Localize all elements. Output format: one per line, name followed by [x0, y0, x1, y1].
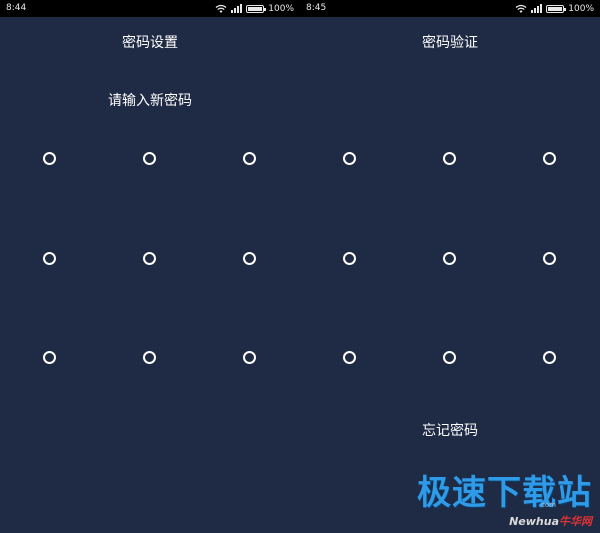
watermark-subtitle: Newhua牛华网 — [417, 513, 592, 529]
watermark-sub-cn: 牛华网 — [559, 515, 592, 528]
watermark-logo: 极速下载站 Newhua牛华网 .com — [417, 473, 592, 529]
status-bar: 8:44 100% — [0, 0, 300, 17]
battery-percent: 100% — [568, 3, 594, 14]
status-time: 8:45 — [306, 3, 327, 13]
watermark-dotcom: .com — [538, 501, 556, 509]
pattern-dot-4[interactable] — [43, 252, 56, 265]
battery-percent: 100% — [268, 3, 294, 14]
pattern-dot-9[interactable] — [243, 351, 256, 364]
signal-icon — [231, 4, 243, 13]
pattern-dot-6[interactable] — [243, 252, 256, 265]
pattern-dot-1[interactable] — [343, 152, 356, 165]
pattern-dot-5[interactable] — [443, 252, 456, 265]
forgot-password-link[interactable]: 忘记密码 — [300, 420, 600, 440]
wifi-icon — [515, 4, 527, 13]
signal-icon — [531, 4, 543, 13]
pattern-dot-2[interactable] — [143, 152, 156, 165]
pattern-dot-5[interactable] — [143, 252, 156, 265]
battery-icon — [246, 4, 267, 13]
pattern-dot-1[interactable] — [43, 152, 56, 165]
pattern-dot-4[interactable] — [343, 252, 356, 265]
page-title: 密码设置 — [122, 35, 178, 51]
watermark-sub-en: Newhua — [509, 515, 559, 528]
pattern-dot-2[interactable] — [443, 152, 456, 165]
battery-icon — [546, 4, 567, 13]
password-setup-screen: 8:44 100% 密码设置 请输入新密码 — [0, 0, 300, 533]
pattern-dot-6[interactable] — [543, 252, 556, 265]
pattern-dot-7[interactable] — [343, 351, 356, 364]
new-password-prompt: 请输入新密码 — [108, 93, 192, 109]
pattern-dot-8[interactable] — [143, 351, 156, 364]
status-time: 8:44 — [6, 3, 27, 13]
pattern-dot-9[interactable] — [543, 351, 556, 364]
wifi-icon — [215, 4, 227, 13]
watermark-title: 极速下载站 — [417, 473, 592, 513]
pattern-dot-8[interactable] — [443, 351, 456, 364]
status-bar: 8:45 100% — [300, 0, 600, 17]
page-title: 密码验证 — [422, 35, 478, 51]
pattern-dot-3[interactable] — [243, 152, 256, 165]
pattern-dot-7[interactable] — [43, 351, 56, 364]
pattern-dot-3[interactable] — [543, 152, 556, 165]
password-verify-screen: 8:45 100% 密码验证 忘记密码 — [300, 0, 600, 533]
